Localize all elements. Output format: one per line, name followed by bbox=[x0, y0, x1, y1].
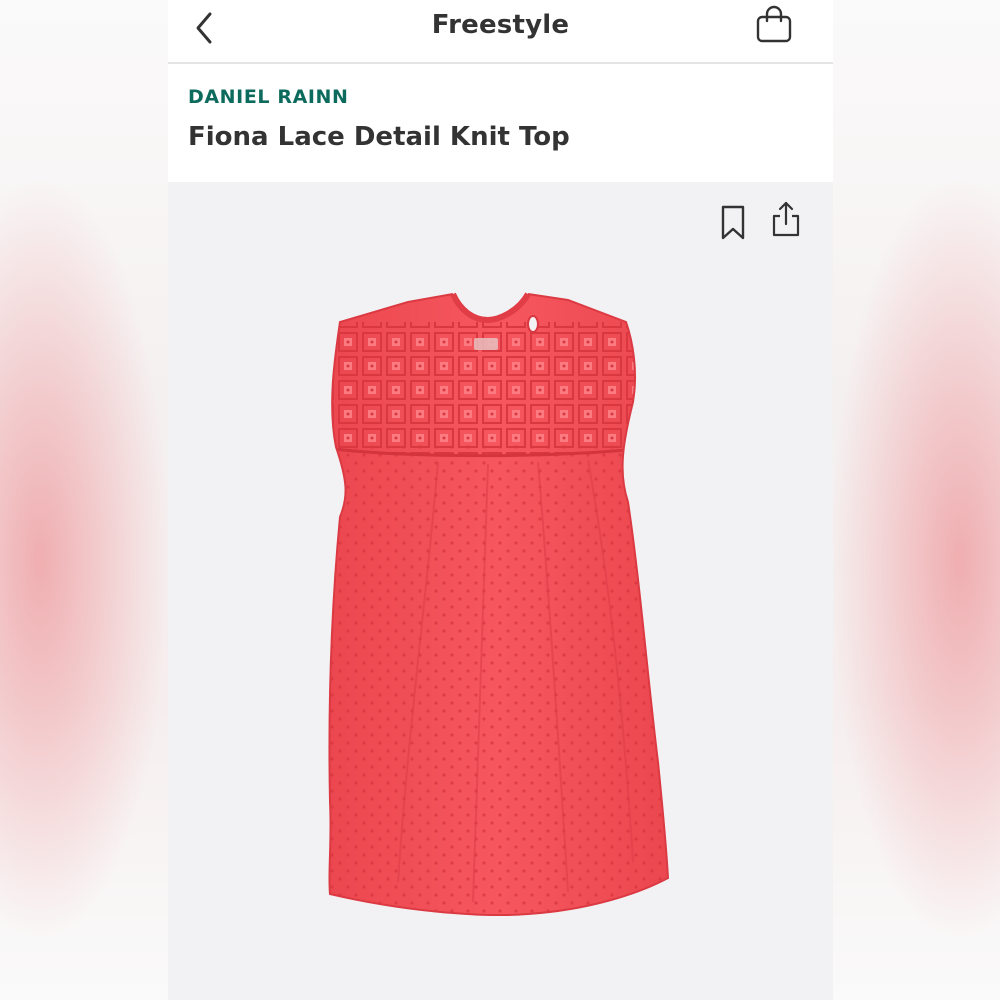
app-screen: Freestyle DANIEL RAINN Fiona Lace Detail… bbox=[168, 0, 833, 1000]
share-icon bbox=[772, 201, 800, 237]
share-button[interactable] bbox=[771, 200, 801, 238]
product-header: DANIEL RAINN Fiona Lace Detail Knit Top bbox=[168, 64, 833, 182]
shopping-bag-button[interactable] bbox=[754, 4, 794, 44]
save-button[interactable] bbox=[720, 205, 746, 241]
nav-bar: Freestyle bbox=[168, 0, 833, 64]
bookmark-icon bbox=[721, 205, 745, 240]
product-image-area bbox=[168, 182, 833, 1000]
product-photo[interactable] bbox=[288, 282, 708, 982]
brand-name[interactable]: DANIEL RAINN bbox=[188, 86, 349, 108]
shopping-bag-icon bbox=[756, 5, 792, 43]
page-title: Freestyle bbox=[431, 10, 570, 40]
product-title: Fiona Lace Detail Knit Top bbox=[188, 122, 570, 152]
